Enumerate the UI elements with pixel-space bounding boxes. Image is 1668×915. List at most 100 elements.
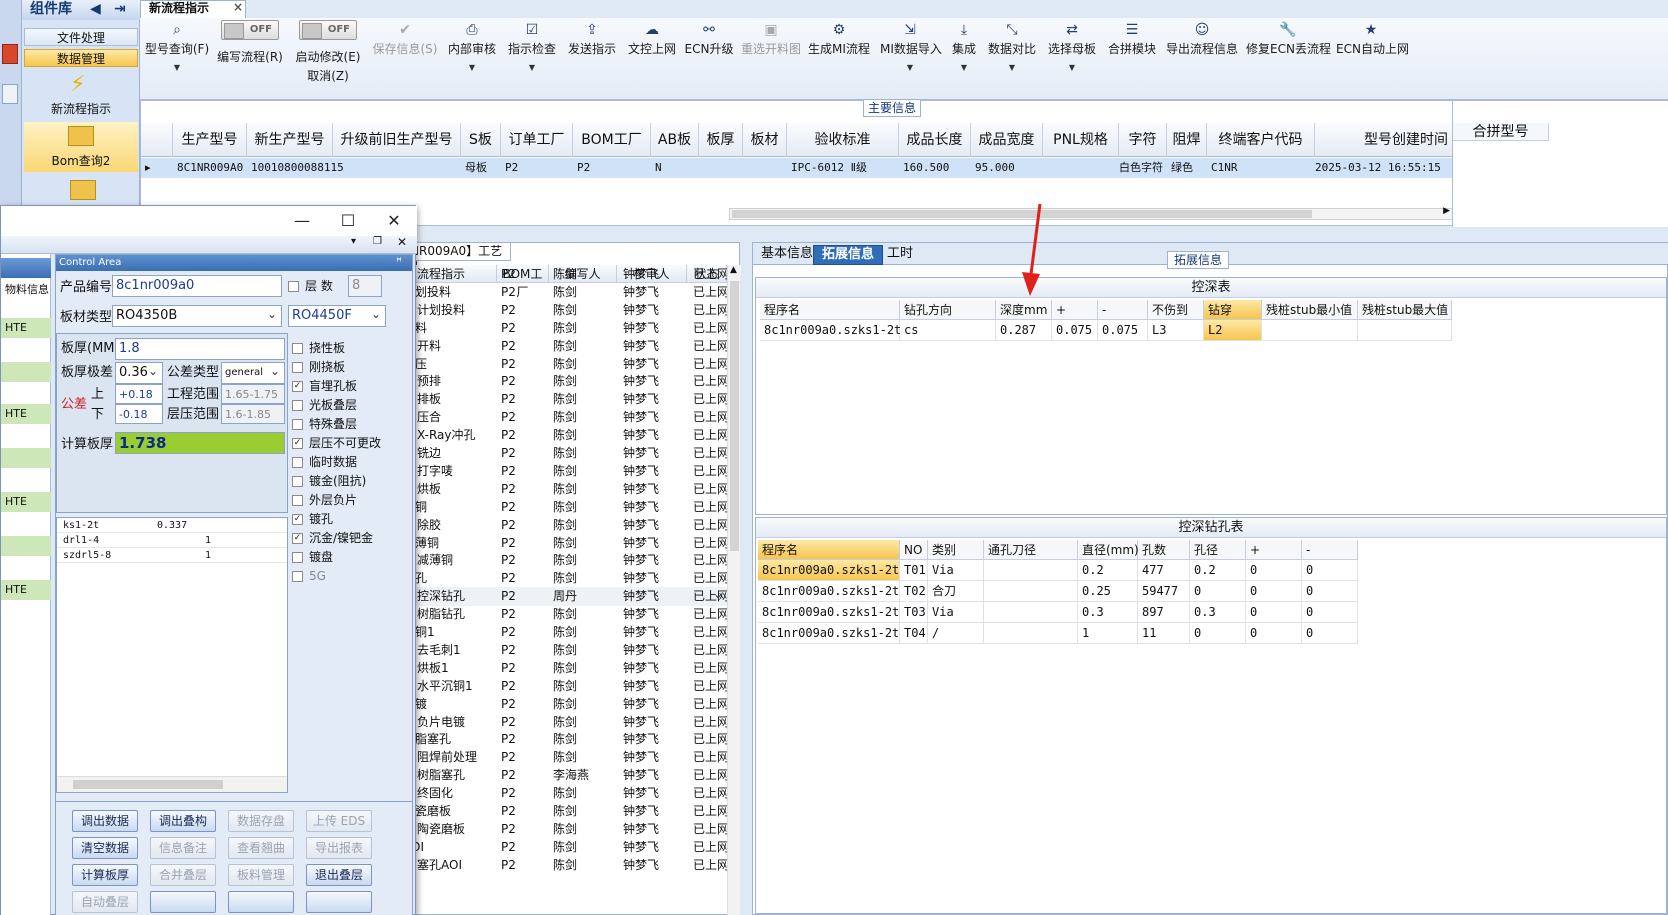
action-button[interactable]: 退出叠层	[306, 864, 372, 886]
unchecked-icon[interactable]	[292, 343, 303, 354]
list-item[interactable]: 排板 P2 陈剑 钟梦飞 已上网	[391, 390, 727, 409]
option-checkbox[interactable]: 镀盘	[292, 548, 333, 566]
cell-solder-mask[interactable]: 绿色	[1167, 158, 1193, 178]
menu-data-management[interactable]: 数据管理	[24, 49, 138, 67]
checked-icon[interactable]: ✓	[292, 438, 303, 449]
tab-new-flow[interactable]: 新流程指示 ×	[140, 0, 246, 18]
col-header[interactable]: 新生产型号	[247, 123, 333, 157]
unchecked-icon[interactable]	[292, 400, 303, 411]
merge-model-header[interactable]: 合拼型号	[1453, 123, 1549, 141]
toolbar-select-motherboard[interactable]: ⇄ 选择母板 ▼	[1046, 20, 1098, 98]
col-header[interactable]: 通孔刀径	[984, 540, 1078, 560]
tile-new-flow[interactable]: ⚡ 新流程指示	[24, 70, 138, 120]
list-item[interactable]: 沉铜P2陈剑钟梦飞已上网	[391, 498, 727, 517]
list-item[interactable]: szdrl5-8 1	[57, 548, 287, 563]
table-cell[interactable]: L3	[1148, 320, 1204, 341]
product-no-input[interactable]: 8c1nr009a0	[112, 275, 282, 297]
close-icon[interactable]: ✕	[379, 210, 409, 232]
toolbar-mi-import[interactable]: ⇲ MI数据导入 ▼	[880, 20, 942, 98]
table-cell[interactable]: 0.2	[1078, 560, 1138, 581]
col-header[interactable]: 钻孔方向	[900, 300, 996, 320]
table-cell[interactable]: 0.2	[1190, 560, 1246, 581]
table-cell[interactable]: 0.3	[1190, 602, 1246, 623]
list-item[interactable]: 塞孔AOI P2 陈剑 钟梦飞 已上网	[391, 856, 727, 875]
table-cell[interactable]: 0	[1246, 623, 1302, 644]
col-header[interactable]: 程序名	[758, 540, 900, 560]
table-row[interactable]: 8c1nr009a0.szks1-2t T03 Via 0.3 897 0.3 0 0	[758, 602, 1358, 623]
cell-created[interactable]: 2025-03-12 16:55:15	[1311, 158, 1441, 178]
side-item[interactable]: 物料信息	[1, 280, 51, 300]
action-button[interactable]	[228, 891, 294, 913]
list-item[interactable]: AOIP2陈剑钟梦飞已上网	[391, 838, 727, 857]
cell-old-model[interactable]	[333, 158, 337, 178]
unchecked-icon[interactable]	[292, 552, 303, 563]
table-cell[interactable]: 0	[1190, 581, 1246, 602]
minimize-icon[interactable]: —	[287, 210, 317, 232]
option-checkbox[interactable]: 临时数据	[292, 453, 357, 471]
list-item[interactable]: 压合 P2 陈剑 钟梦飞 已上网	[391, 408, 727, 427]
material-select-1[interactable]: RO4350B	[112, 305, 282, 327]
checked-icon[interactable]: ✓	[292, 514, 303, 525]
col-header[interactable]: 类别	[928, 540, 984, 560]
list-item[interactable]: 开料P2陈剑钟梦飞已上网	[391, 319, 727, 338]
pin-icon[interactable]: ⇥	[114, 0, 126, 18]
table-row[interactable]: 8c1nr009a0.szks1-2t T02 合刀 0.25 59477 0 0 0	[758, 581, 1358, 602]
list-item[interactable]: 电镀P2陈剑钟梦飞已上网	[391, 695, 727, 714]
unchecked-icon[interactable]	[292, 571, 303, 582]
action-button[interactable]: 板料管理	[228, 864, 294, 886]
option-checkbox[interactable]: 挠性板	[292, 339, 345, 357]
side-item[interactable]: HTE	[1, 404, 51, 424]
tab-work-hours[interactable]: 工时	[879, 245, 921, 265]
action-button[interactable]: 调出数据	[72, 810, 138, 832]
toolbar-integrate[interactable]: ⤓ 集成 ▼	[948, 20, 980, 98]
process-range-input[interactable]: 1.65-1.75	[221, 384, 285, 404]
toolbar-start-edit[interactable]: OFF 启动修改(E) 取消(Z)	[294, 20, 362, 98]
maximize-icon[interactable]: ☐	[333, 210, 363, 232]
list-item[interactable]: 树脂塞孔 P2 李海燕 钟梦飞 已上网	[391, 766, 727, 785]
col-header[interactable]: 孔径	[1190, 540, 1246, 560]
table-row[interactable]: 8c1nr009a0.szks1-2t cs 0.287 0.075 0.075…	[760, 320, 1452, 341]
table-cell[interactable]: 0	[1302, 581, 1358, 602]
table-cell[interactable]	[1358, 320, 1452, 341]
table-cell[interactable]: 0.3	[1078, 602, 1138, 623]
cell-client-code[interactable]: C1NR	[1207, 158, 1238, 178]
col-header[interactable]: BOM工厂	[573, 123, 651, 157]
list-item[interactable]: drl1-4 1	[57, 533, 287, 548]
option-checkbox[interactable]: 5G	[292, 567, 326, 585]
col-header[interactable]: 成品宽度	[971, 123, 1043, 157]
table-cell[interactable]: L2	[1204, 320, 1262, 341]
col-header[interactable]: 板材	[743, 123, 787, 157]
cell-pnl[interactable]	[1043, 158, 1047, 178]
list-item[interactable]: 预排 P2 陈剑 钟梦飞 已上网	[391, 372, 727, 391]
cell-thickness[interactable]	[699, 158, 703, 178]
start-edit-toggle[interactable]: OFF	[299, 20, 357, 40]
col-header[interactable]: 成品长度	[899, 123, 971, 157]
unchecked-icon[interactable]	[292, 457, 303, 468]
list-item[interactable]: 流程指示 P2 陈剑 钟梦飞 已上网	[391, 265, 727, 284]
vertical-scrollbar[interactable]: ▲	[727, 265, 740, 915]
table-cell[interactable]: 0	[1302, 560, 1358, 581]
table-cell[interactable]	[984, 581, 1078, 602]
list-item[interactable]: 计划投料 P2 陈剑 钟梦飞 已上网	[391, 283, 727, 302]
action-button[interactable]	[150, 891, 216, 913]
arrow-up-icon[interactable]: ▲	[730, 265, 737, 275]
action-button[interactable]: 清空数据	[72, 837, 138, 859]
table-cell[interactable]: 0.075	[1098, 320, 1148, 341]
table-cell[interactable]: 0	[1190, 623, 1246, 644]
col-header[interactable]: NO	[900, 540, 928, 560]
col-header[interactable]: 残桩stub最小值	[1262, 300, 1358, 320]
tol-limit-select[interactable]: 0.36	[115, 362, 163, 384]
table-cell[interactable]: T04	[900, 623, 928, 644]
col-header[interactable]: 升级前旧生产型号	[333, 123, 461, 157]
side-item[interactable]: HTE	[1, 492, 51, 512]
tol-up-input[interactable]: +0.18	[115, 384, 163, 404]
toolbar-export-flow[interactable]: ☺ 导出流程信息	[1164, 20, 1240, 98]
app-icon[interactable]	[2, 44, 18, 64]
table-cell[interactable]: 477	[1138, 560, 1190, 581]
list-item[interactable]: 负片电镀 P2 陈剑 钟梦飞 已上网	[391, 713, 727, 732]
table-cell[interactable]: T01	[900, 560, 928, 581]
table-cell[interactable]	[984, 623, 1078, 644]
cell-model[interactable]: 8C1NR009A0	[173, 158, 243, 178]
table-cell[interactable]	[1262, 320, 1358, 341]
col-header[interactable]: 字符	[1119, 123, 1167, 157]
